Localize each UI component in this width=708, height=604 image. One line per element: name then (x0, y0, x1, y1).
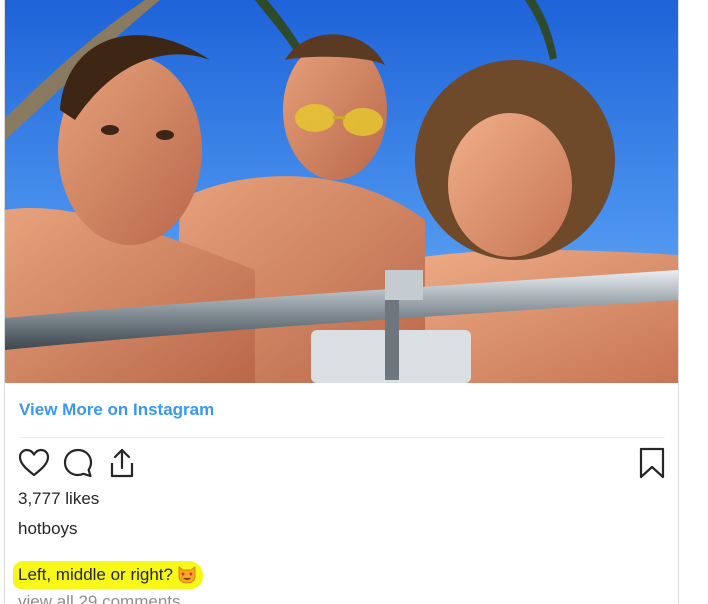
post-photo[interactable] (5, 0, 678, 383)
caption-text: Left, middle or right? (18, 565, 173, 584)
heart-eyes-cat-emoji-icon (177, 564, 197, 584)
instagram-embed-card: View More on Instagram 3,777 likes hotbo… (4, 0, 679, 604)
share-icon[interactable] (105, 446, 139, 480)
post-caption: Left, middle or right? (13, 561, 203, 589)
post-username[interactable]: hotboys (18, 519, 78, 539)
likes-count[interactable]: 3,777 likes (18, 489, 99, 509)
bookmark-icon[interactable] (635, 446, 669, 480)
page: View More on Instagram 3,777 likes hotbo… (0, 0, 708, 604)
heart-icon[interactable] (17, 446, 51, 480)
comment-bubble-icon[interactable] (61, 446, 95, 480)
view-more-on-instagram-link[interactable]: View More on Instagram (19, 400, 214, 420)
divider (19, 437, 665, 438)
view-all-comments-link[interactable]: view all 29 comments (18, 592, 181, 604)
